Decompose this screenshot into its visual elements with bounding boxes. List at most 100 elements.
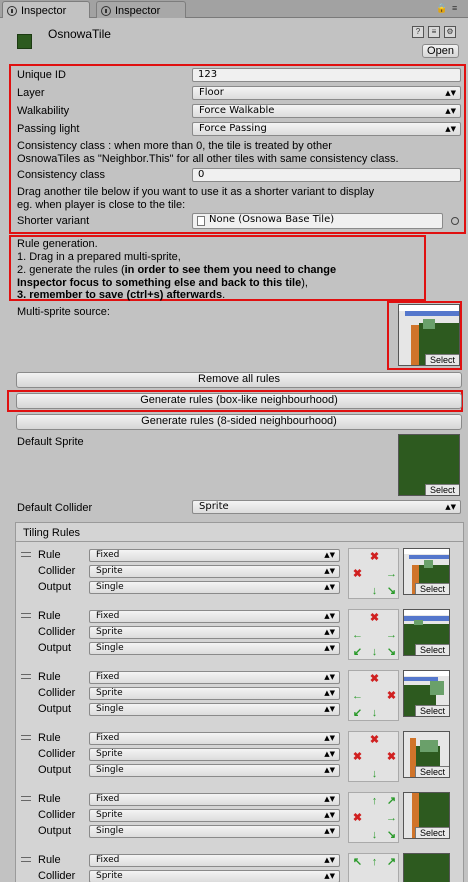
empty-cell[interactable] (349, 732, 366, 749)
neighbor-arrow-icon[interactable]: ↓ (366, 644, 383, 661)
passing-light-dropdown[interactable]: Force Passing ▲▼ (192, 122, 461, 136)
neighbor-arrow-icon[interactable]: ↓ (366, 827, 383, 844)
neighbor-arrow-icon[interactable]: ↘ (383, 583, 400, 600)
rule-drag-handle-icon[interactable] (21, 857, 31, 862)
neighbor-arrow-icon[interactable]: ↑ (366, 854, 383, 871)
empty-cell[interactable] (349, 871, 366, 882)
consistency-field[interactable]: 0 (192, 168, 461, 182)
not-neighbor-icon[interactable]: ✖ (383, 688, 400, 705)
tab-inspector[interactable]: Inspector (96, 1, 186, 18)
rule-output-dropdown[interactable]: Single ▲▼ (89, 825, 340, 838)
default-collider-dropdown[interactable]: Sprite ▲▼ (192, 500, 461, 514)
rule-sprite-slot[interactable] (403, 853, 450, 882)
neighbor-arrow-icon[interactable]: → (383, 627, 400, 644)
neighbor-arrow-icon[interactable]: ← (349, 688, 366, 705)
empty-cell[interactable] (383, 549, 400, 566)
multisprite-slot[interactable]: Select (398, 304, 460, 366)
center-cell[interactable] (366, 810, 383, 827)
neighbor-arrow-icon[interactable]: ↑ (366, 793, 383, 810)
rule-collider-dropdown[interactable]: Sprite ▲▼ (89, 626, 340, 639)
rule-drag-handle-icon[interactable] (21, 674, 31, 679)
neighbor-arrow-icon[interactable]: ↓ (366, 766, 383, 783)
not-neighbor-icon[interactable]: ✖ (366, 610, 383, 627)
not-neighbor-icon[interactable]: ✖ (349, 810, 366, 827)
book-icon[interactable]: ? (412, 26, 424, 38)
neighbor-arrow-icon[interactable]: ↘ (383, 827, 400, 844)
rule-output-dropdown[interactable]: Single ▲▼ (89, 764, 340, 777)
empty-cell[interactable] (383, 705, 400, 722)
object-picker-icon[interactable] (451, 217, 459, 225)
lock-icon[interactable]: 🔒 (436, 3, 447, 14)
unique-id-field[interactable]: 123 (192, 68, 461, 82)
rule-type-dropdown[interactable]: Fixed ▲▼ (89, 854, 340, 867)
not-neighbor-icon[interactable]: ✖ (366, 549, 383, 566)
rule-collider-dropdown[interactable]: Sprite ▲▼ (89, 870, 340, 882)
select-button[interactable]: Select (415, 583, 449, 594)
rule-type-dropdown[interactable]: Fixed ▲▼ (89, 610, 340, 623)
rule-collider-dropdown[interactable]: Sprite ▲▼ (89, 565, 340, 578)
menu-icon[interactable]: ≡ (452, 3, 457, 13)
select-button[interactable]: Select (425, 484, 459, 495)
not-neighbor-icon[interactable]: ✖ (349, 566, 366, 583)
select-button[interactable]: Select (415, 705, 449, 716)
rule-collider-dropdown[interactable]: Sprite ▲▼ (89, 687, 340, 700)
neighbor-arrow-icon[interactable]: ↙ (349, 644, 366, 661)
center-cell[interactable] (366, 566, 383, 583)
not-neighbor-icon[interactable]: ✖ (366, 732, 383, 749)
open-button[interactable]: Open (422, 44, 459, 58)
rule-drag-handle-icon[interactable] (21, 735, 31, 740)
empty-cell[interactable] (383, 671, 400, 688)
empty-cell[interactable] (349, 766, 366, 783)
rule-type-dropdown[interactable]: Fixed ▲▼ (89, 793, 340, 806)
neighbor-arrow-icon[interactable]: → (383, 566, 400, 583)
neighbor-grid[interactable]: ✖ ✖ ✖ ↓ (348, 731, 399, 782)
neighbor-grid[interactable]: ↖ ↑ ↗ (348, 853, 399, 882)
empty-cell[interactable] (349, 827, 366, 844)
walkability-dropdown[interactable]: Force Walkable ▲▼ (192, 104, 461, 118)
select-button[interactable]: Select (415, 644, 449, 655)
rule-drag-handle-icon[interactable] (21, 552, 31, 557)
select-button[interactable]: Select (425, 354, 459, 365)
select-button[interactable]: Select (415, 827, 449, 838)
settings-icon[interactable]: ⚙ (444, 26, 456, 38)
layer-dropdown[interactable]: Floor ▲▼ (192, 86, 461, 100)
empty-cell[interactable] (349, 549, 366, 566)
neighbor-arrow-icon[interactable]: ↙ (349, 705, 366, 722)
rule-collider-dropdown[interactable]: Sprite ▲▼ (89, 809, 340, 822)
rule-collider-dropdown[interactable]: Sprite ▲▼ (89, 748, 340, 761)
center-cell[interactable] (366, 627, 383, 644)
neighbor-grid[interactable]: ✖ ← ✖ ↙ ↓ (348, 670, 399, 721)
rule-sprite-slot[interactable]: Select (403, 609, 450, 656)
center-cell[interactable] (366, 871, 383, 882)
neighbor-grid[interactable]: ✖ ✖ → ↓ ↘ (348, 548, 399, 599)
rule-sprite-slot[interactable]: Select (403, 670, 450, 717)
rule-drag-handle-icon[interactable] (21, 613, 31, 618)
default-sprite-slot[interactable]: Select (398, 434, 460, 496)
empty-cell[interactable] (383, 610, 400, 627)
not-neighbor-icon[interactable]: ✖ (349, 749, 366, 766)
neighbor-arrow-icon[interactable]: ↘ (383, 644, 400, 661)
center-cell[interactable] (366, 749, 383, 766)
rule-output-dropdown[interactable]: Single ▲▼ (89, 703, 340, 716)
rule-output-dropdown[interactable]: Single ▲▼ (89, 581, 340, 594)
rule-sprite-slot[interactable]: Select (403, 548, 450, 595)
rule-sprite-slot[interactable]: Select (403, 792, 450, 839)
generate-box-rules-button[interactable]: Generate rules (box-like neighbourhood) (16, 393, 462, 409)
not-neighbor-icon[interactable]: ✖ (383, 749, 400, 766)
rule-type-dropdown[interactable]: Fixed ▲▼ (89, 671, 340, 684)
neighbor-arrow-icon[interactable]: ↖ (349, 854, 366, 871)
empty-cell[interactable] (349, 610, 366, 627)
empty-cell[interactable] (349, 583, 366, 600)
not-neighbor-icon[interactable]: ✖ (366, 671, 383, 688)
preset-icon[interactable]: ≡ (428, 26, 440, 38)
rule-sprite-slot[interactable]: Select (403, 731, 450, 778)
neighbor-grid[interactable]: ↑ ↗ ✖ → ↓ ↘ (348, 792, 399, 843)
neighbor-arrow-icon[interactable]: ← (349, 627, 366, 644)
neighbor-arrow-icon[interactable]: ↓ (366, 583, 383, 600)
rule-type-dropdown[interactable]: Fixed ▲▼ (89, 732, 340, 745)
generate-8-rules-button[interactable]: Generate rules (8-sided neighbourhood) (16, 414, 462, 430)
empty-cell[interactable] (383, 871, 400, 882)
rule-output-dropdown[interactable]: Single ▲▼ (89, 642, 340, 655)
neighbor-arrow-icon[interactable]: ↓ (366, 705, 383, 722)
shorter-variant-field[interactable]: None (Osnowa Base Tile) (192, 213, 443, 229)
